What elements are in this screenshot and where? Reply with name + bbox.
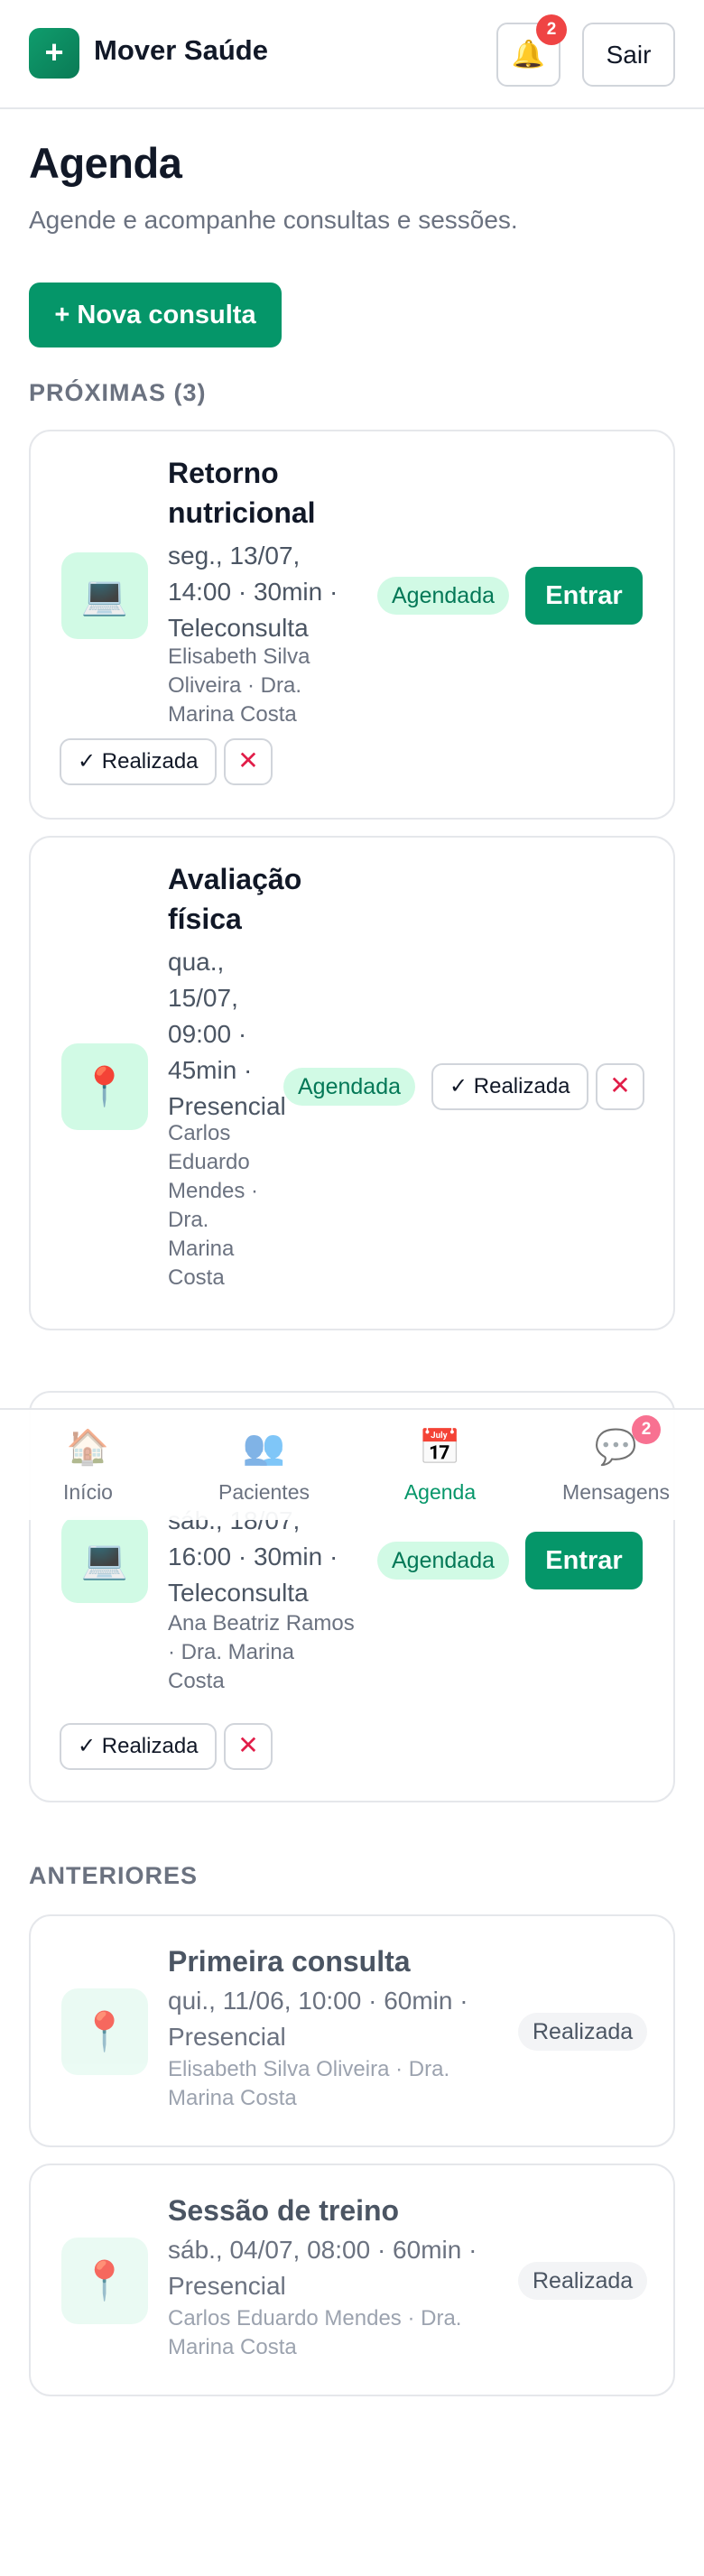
- close-icon: ✕: [609, 1071, 631, 1099]
- bottom-nav: 🏠 Início 👥 Pacientes 📅 Agenda 💬 Mensagen…: [0, 1408, 704, 1520]
- nav-label: Agenda: [403, 1480, 477, 1504]
- section-upcoming-label: PRÓXIMAS (3): [29, 379, 207, 406]
- calendar-icon: 📅: [418, 1429, 462, 1467]
- appointment-card[interactable]: 💻 Retorno nutricional seg., 13/07, 14:00 ·…: [29, 430, 675, 820]
- appointment-title: Primeira consulta: [168, 1945, 411, 1978]
- page-title: Agenda: [29, 139, 182, 187]
- appointment-title: Sessão de treino: [168, 2194, 400, 2227]
- logo-icon: +: [29, 28, 79, 79]
- messages-badge: 2: [632, 1415, 661, 1444]
- home-icon: 🏠: [66, 1429, 110, 1467]
- appointment-people: Elisabeth Silva Oliveira · Dra. Marina Co…: [168, 2057, 450, 2110]
- mark-done-button[interactable]: ✓ Realizada: [60, 738, 217, 785]
- appointment-people: Ana Beatriz Ramos · Dra. Marina Costa: [168, 1611, 355, 1693]
- status-badge: Agendada: [377, 577, 510, 615]
- appointment-people: Carlos Eduardo Mendes · Dra. Marina Costa: [168, 1121, 259, 1290]
- close-icon: ✕: [237, 746, 259, 774]
- pin-icon: 📍: [61, 1043, 148, 1130]
- past-appointment-card[interactable]: 📍 Primeira consulta qui., 11/06, 10:00 ·…: [29, 1914, 675, 2147]
- status-badge: Agendada: [377, 1542, 510, 1580]
- laptop-icon: 💻: [61, 552, 148, 639]
- bell-icon: 🔔: [511, 40, 546, 69]
- messages-icon: 💬: [594, 1429, 638, 1467]
- nav-label: Mensagens: [562, 1480, 670, 1504]
- pin-icon: 📍: [61, 1988, 148, 2075]
- appointment-datetime: qui., 11/06, 10:00 · 60min · Presencial: [168, 1987, 468, 2051]
- status-badge: Realizada: [518, 2013, 648, 2051]
- cancel-button[interactable]: ✕: [596, 1063, 644, 1110]
- status-badge: Realizada: [518, 2262, 648, 2300]
- nav-item-home[interactable]: 🏠 Início: [0, 1410, 176, 1522]
- nav-item-agenda[interactable]: 📅 Agenda: [352, 1410, 528, 1522]
- nav-label: Pacientes: [218, 1480, 310, 1504]
- notifications-badge: 2: [536, 14, 567, 45]
- nav-item-messages[interactable]: 💬 Mensagens: [528, 1410, 704, 1522]
- appointment-datetime: seg., 13/07, 14:00 · 30min · Teleconsulta: [168, 542, 338, 642]
- new-appointment-button[interactable]: + Nova consulta: [29, 283, 282, 347]
- section-past-label: ANTERIORES: [29, 1862, 199, 1889]
- nav-label: Início: [63, 1480, 113, 1504]
- appointment-datetime: qua., 15/07, 09:00 · 45min · Presencial: [168, 948, 286, 1120]
- cancel-button[interactable]: ✕: [224, 738, 273, 785]
- page-subtitle: Agende e acompanhe consultas e sessões.: [29, 206, 518, 234]
- appointment-people: Elisabeth Silva Oliveira · Dra. Marina Cos…: [168, 644, 310, 727]
- close-icon: ✕: [237, 1731, 259, 1759]
- appointment-people: Carlos Eduardo Mendes · Dra. Marina Costa: [168, 2306, 462, 2359]
- logout-button[interactable]: Sair: [582, 23, 675, 87]
- appointment-card[interactable]: 📍 Avaliação física qua., 15/07, 09:00 · 45mi…: [29, 836, 675, 1330]
- patients-icon: 👥: [242, 1429, 286, 1467]
- app-header: + Mover Saúde 🔔 2 Sair: [0, 0, 704, 109]
- laptop-icon: 💻: [61, 1516, 148, 1603]
- appointment-datetime: sáb., 04/07, 08:00 · 60min · Presencial: [168, 2236, 477, 2300]
- past-appointment-card[interactable]: 📍 Sessão de treino sáb., 04/07, 08:00 · …: [29, 2164, 675, 2396]
- pin-icon: 📍: [61, 2238, 148, 2324]
- mark-done-button[interactable]: ✓ Realizada: [431, 1063, 588, 1110]
- enter-button[interactable]: Entrar: [525, 567, 643, 625]
- enter-button[interactable]: Entrar: [525, 1532, 643, 1589]
- mark-done-button[interactable]: ✓ Realizada: [60, 1723, 217, 1770]
- nav-item-patients[interactable]: 👥 Pacientes: [176, 1410, 352, 1522]
- appointment-title: Avaliação física: [168, 863, 302, 935]
- cancel-button[interactable]: ✕: [224, 1723, 273, 1770]
- app-name: Mover Saúde: [94, 34, 268, 66]
- status-badge: Agendada: [283, 1068, 416, 1106]
- appointment-title: Retorno nutricional: [168, 457, 316, 529]
